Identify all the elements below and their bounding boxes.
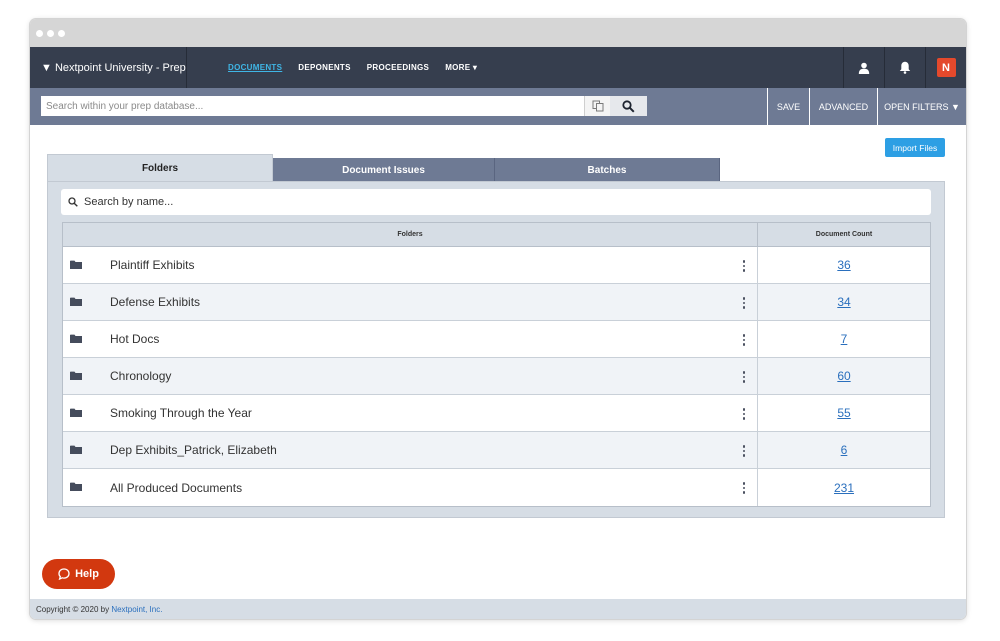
count-cell: 6	[758, 432, 930, 468]
database-selector[interactable]: ▼ Nextpoint University - Prep	[30, 47, 187, 88]
row-menu-icon[interactable]	[739, 407, 749, 421]
row-menu-icon[interactable]	[739, 370, 749, 384]
copyright-prefix: Copyright ©	[36, 604, 79, 614]
folders-column-header[interactable]: Folders	[63, 223, 758, 246]
copyright-year: 2020	[80, 604, 99, 614]
nav-link-deponents[interactable]: DEPONENTS	[298, 63, 351, 72]
document-count-link[interactable]: 36	[837, 258, 850, 272]
advanced-search-button[interactable]: ADVANCED	[809, 88, 877, 125]
table-row[interactable]: Smoking Through the Year 55	[63, 395, 930, 432]
table-row[interactable]: Hot Docs 7	[63, 321, 930, 358]
window-dot-icon[interactable]	[47, 29, 54, 37]
nextpoint-logo-icon: N	[936, 58, 956, 77]
folder-search-input[interactable]	[84, 196, 904, 208]
notifications-button[interactable]	[884, 47, 925, 88]
row-menu-icon[interactable]	[739, 333, 749, 347]
top-navigation: ▼ Nextpoint University - Prep DOCUMENTS …	[30, 47, 966, 88]
nav-link-more[interactable]: MORE ▾	[445, 63, 477, 72]
table-row[interactable]: Chronology 60	[63, 358, 930, 395]
copyright-by: by	[100, 604, 110, 614]
folder-icon	[70, 482, 82, 491]
count-cell: 36	[758, 247, 930, 283]
window-dot-icon[interactable]	[36, 29, 43, 37]
table-row[interactable]: Dep Exhibits_Patrick, Elizabeth 6	[63, 432, 930, 469]
table-row[interactable]: All Produced Documents 231	[63, 469, 930, 506]
user-icon	[858, 62, 870, 74]
copy-icon	[592, 100, 603, 112]
import-files-button[interactable]: Import Files	[885, 138, 945, 157]
nav-actions: N	[843, 47, 966, 88]
folder-name[interactable]: Smoking Through the Year	[110, 406, 252, 420]
browser-window: ▼ Nextpoint University - Prep DOCUMENTS …	[30, 19, 966, 619]
company-link[interactable]: Nextpoint, Inc.	[111, 605, 162, 614]
database-search	[41, 96, 647, 116]
search-icon	[68, 197, 78, 207]
document-count-link[interactable]: 60	[837, 369, 850, 383]
row-menu-icon[interactable]	[739, 296, 749, 310]
tab-folders[interactable]: Folders	[47, 154, 273, 182]
folder-cell: Hot Docs	[63, 321, 758, 357]
bell-icon	[899, 61, 911, 74]
folder-cell: Chronology	[63, 358, 758, 394]
folder-cell: All Produced Documents	[63, 469, 758, 506]
user-button[interactable]	[843, 47, 884, 88]
folder-name[interactable]: Hot Docs	[110, 332, 159, 346]
folder-name[interactable]: Dep Exhibits_Patrick, Elizabeth	[110, 443, 277, 457]
folder-name[interactable]: Plaintiff Exhibits	[110, 258, 195, 272]
folders-panel: Folders Document Count Plaintiff Exhibit…	[47, 181, 945, 518]
folder-icon	[70, 445, 82, 454]
table-row[interactable]: Plaintiff Exhibits 36	[63, 247, 930, 284]
folder-icon	[70, 408, 82, 417]
folder-name[interactable]: All Produced Documents	[110, 481, 242, 495]
folders-table: Folders Document Count Plaintiff Exhibit…	[62, 222, 931, 507]
document-count-link[interactable]: 34	[837, 295, 850, 309]
search-submit-button[interactable]	[610, 96, 647, 116]
row-menu-icon[interactable]	[739, 481, 749, 495]
folder-cell: Defense Exhibits	[63, 284, 758, 320]
folder-icon	[70, 371, 82, 380]
nav-link-documents[interactable]: DOCUMENTS	[228, 63, 282, 72]
count-cell: 60	[758, 358, 930, 394]
folder-cell: Dep Exhibits_Patrick, Elizabeth	[63, 432, 758, 468]
row-menu-icon[interactable]	[739, 444, 749, 458]
app-logo-button[interactable]: N	[925, 47, 966, 88]
search-icon	[622, 99, 635, 113]
count-cell: 7	[758, 321, 930, 357]
table-header: Folders Document Count	[63, 223, 930, 247]
help-label: Help	[75, 568, 99, 580]
search-bar: SAVE ADVANCED OPEN FILTERS ▼	[30, 88, 966, 125]
folder-name[interactable]: Chronology	[110, 369, 171, 383]
help-button[interactable]: Help	[42, 559, 115, 589]
folder-icon	[70, 297, 82, 306]
copy-search-button[interactable]	[584, 96, 610, 116]
count-cell: 34	[758, 284, 930, 320]
database-search-input[interactable]	[41, 96, 584, 116]
folder-name-search	[61, 189, 931, 215]
chat-bubble-icon	[58, 568, 70, 580]
document-count-link[interactable]: 6	[841, 443, 848, 457]
tab-document-issues[interactable]: Document Issues	[273, 158, 495, 182]
document-count-column-header[interactable]: Document Count	[758, 223, 930, 246]
search-actions: SAVE ADVANCED OPEN FILTERS ▼	[767, 88, 966, 125]
row-menu-icon[interactable]	[739, 259, 749, 273]
count-cell: 55	[758, 395, 930, 431]
window-dot-icon[interactable]	[58, 29, 65, 37]
nav-link-proceedings[interactable]: PROCEEDINGS	[367, 63, 429, 72]
table-row[interactable]: Defense Exhibits 34	[63, 284, 930, 321]
folder-cell: Smoking Through the Year	[63, 395, 758, 431]
document-count-link[interactable]: 231	[834, 481, 854, 495]
open-filters-button[interactable]: OPEN FILTERS ▼	[877, 88, 966, 125]
document-count-link[interactable]: 7	[841, 332, 848, 346]
folder-icon	[70, 334, 82, 343]
document-count-link[interactable]: 55	[837, 406, 850, 420]
count-cell: 231	[758, 469, 930, 506]
folder-name[interactable]: Defense Exhibits	[110, 295, 200, 309]
save-search-button[interactable]: SAVE	[767, 88, 809, 125]
tab-batches[interactable]: Batches	[495, 158, 720, 182]
folder-icon	[70, 260, 82, 269]
window-titlebar	[30, 19, 966, 47]
folder-cell: Plaintiff Exhibits	[63, 247, 758, 283]
page-footer: Copyright © 2020 by Nextpoint, Inc.	[30, 599, 966, 619]
nav-links: DOCUMENTS DEPONENTS PROCEEDINGS MORE ▾	[228, 63, 477, 72]
